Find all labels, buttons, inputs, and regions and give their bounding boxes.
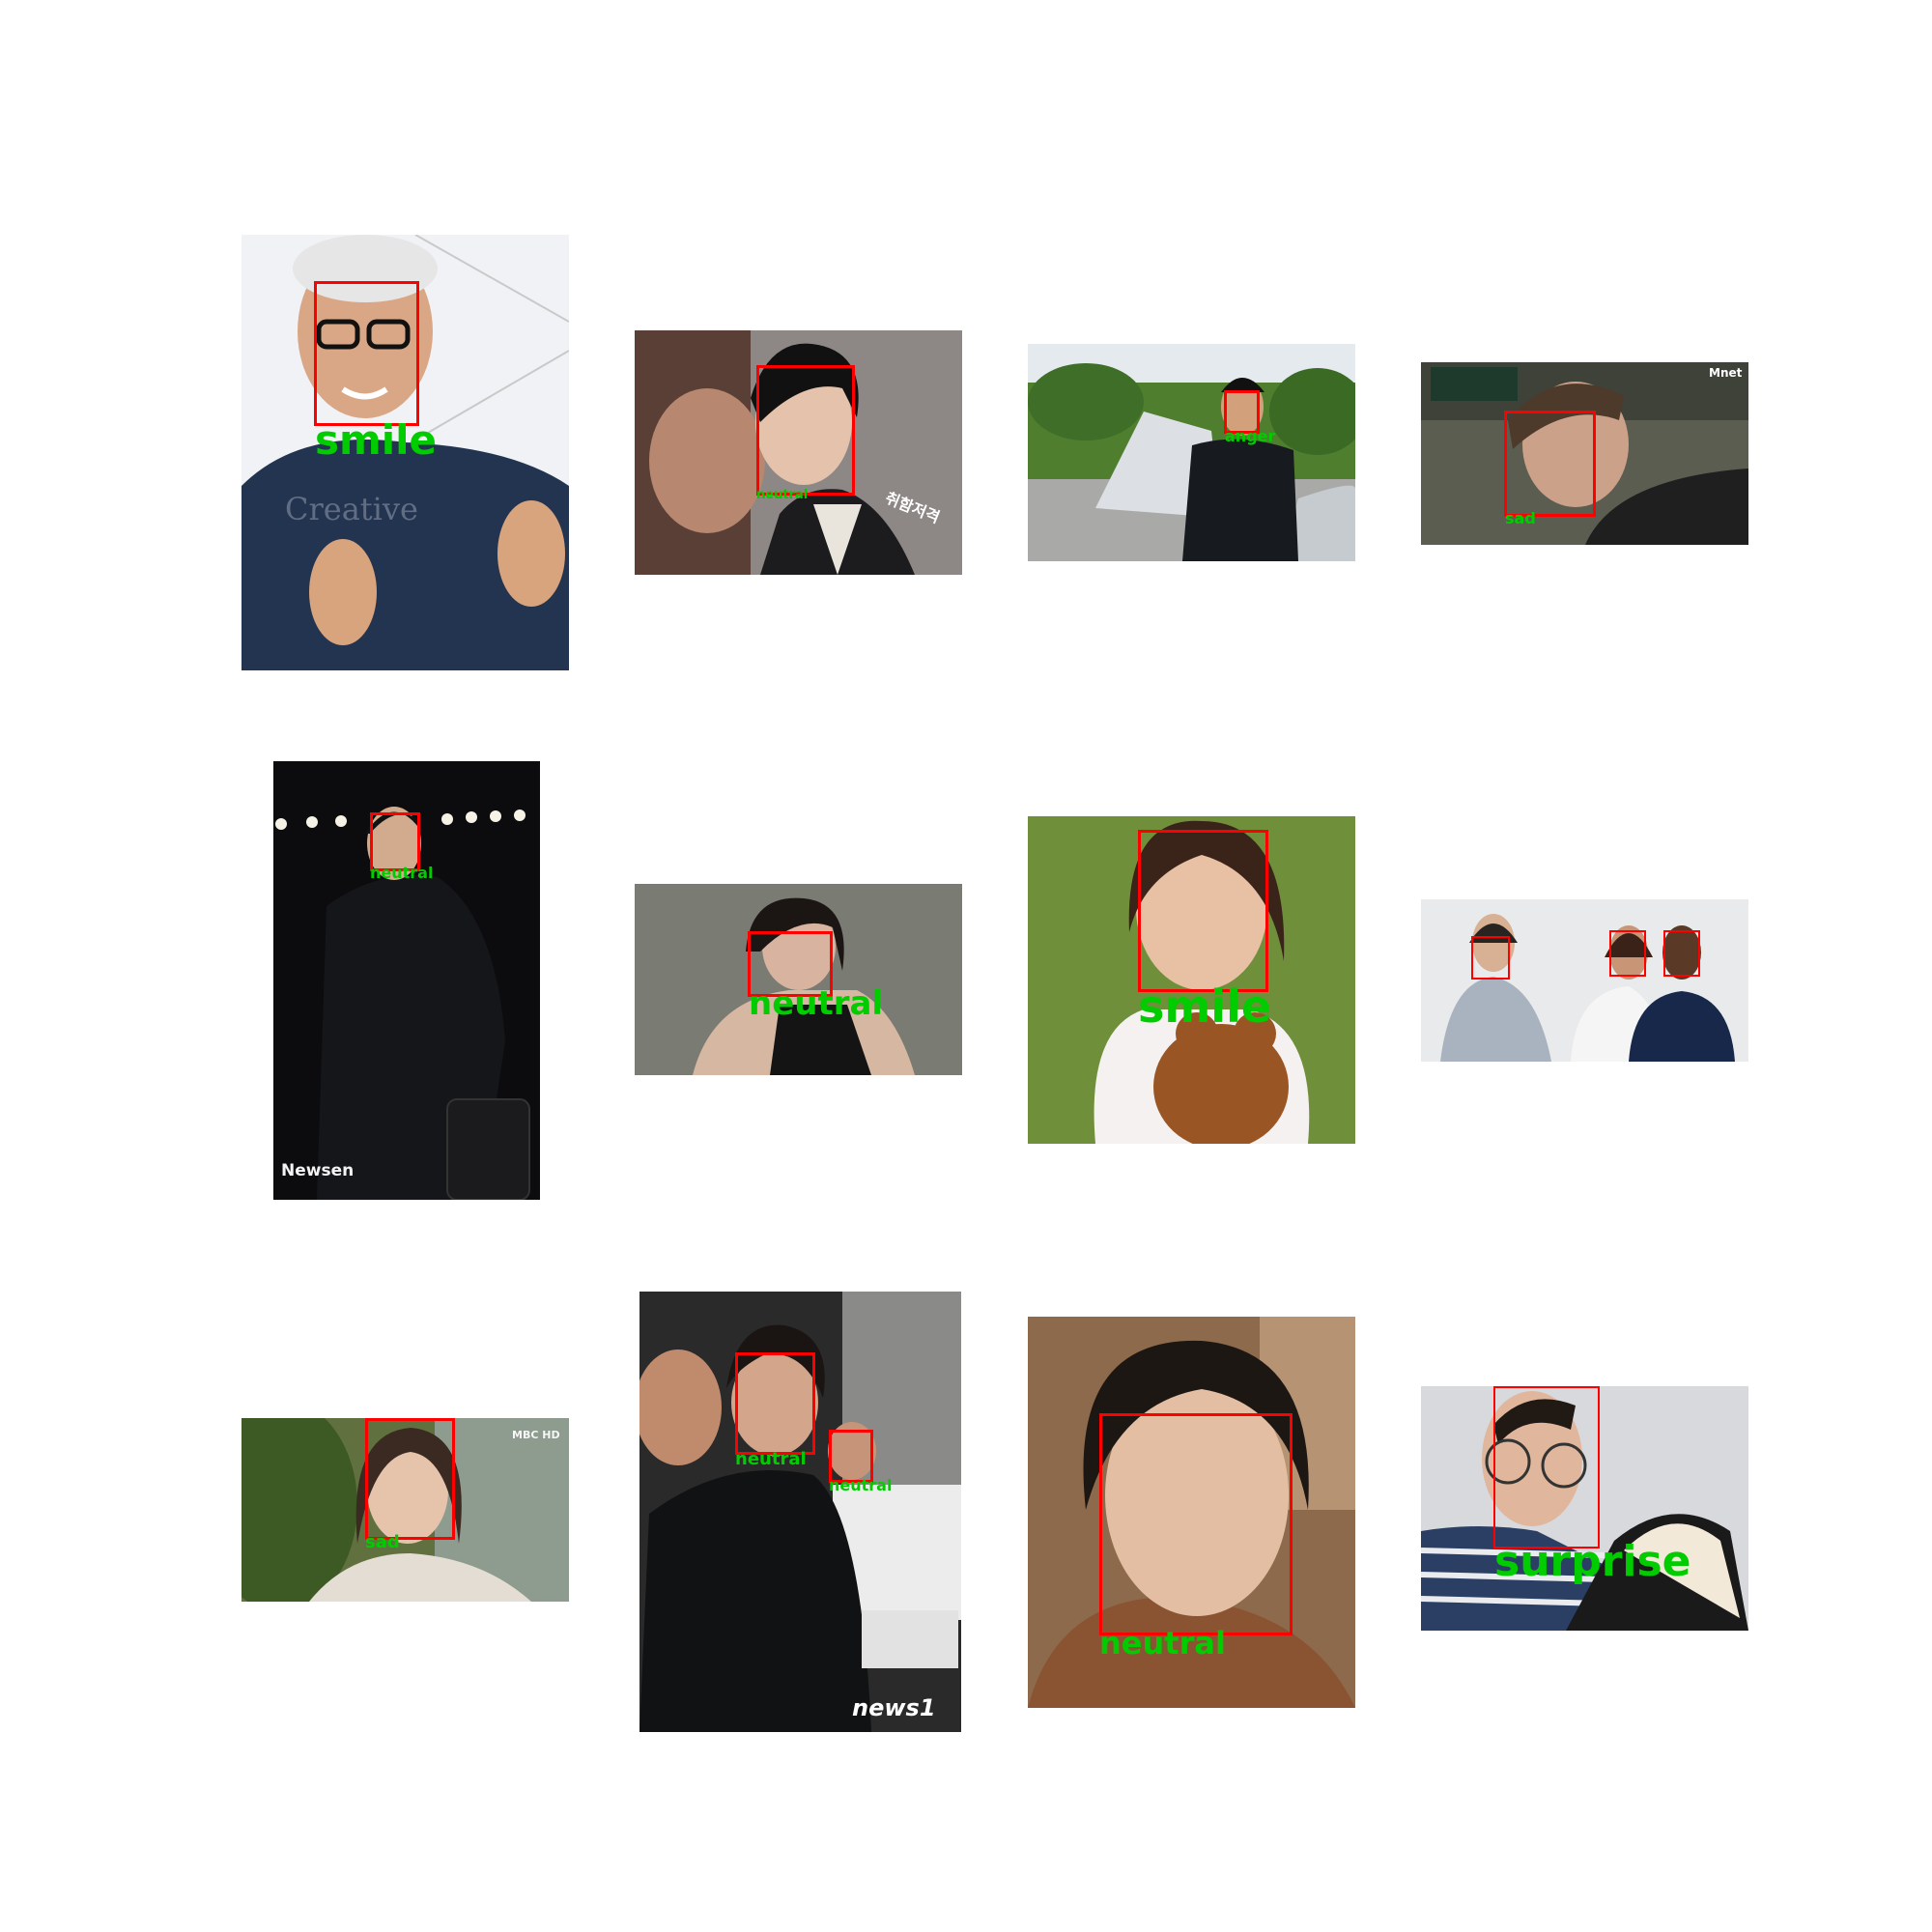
emotion-label: neutral [735,1449,807,1469]
emotion-label: neutral [749,984,884,1023]
watermark-logo: Newsen [281,1161,355,1180]
face-bounding-box [1493,1386,1600,1548]
photo-panel-8 [1421,899,1748,1062]
face-bounding-box [1471,936,1510,980]
face-bounding-box [1138,830,1268,992]
emotion-label: neutral [370,864,434,882]
watermark-text: MBC HD [512,1429,560,1441]
face-bounding-box [314,281,419,426]
face-bounding-box [370,812,420,871]
photo-panel-1: Creative smile [242,235,569,670]
face-bounding-box [1504,411,1596,517]
face-bounding-box [756,365,855,496]
face-bounding-box [735,1352,815,1455]
svg-text:Creative: Creative [285,491,418,527]
emotion-label: smile [315,416,438,464]
photo-panel-7: smile [1028,816,1355,1144]
emotion-label: neutral [756,488,809,502]
face-bounding-box [829,1430,873,1483]
photo-panel-2: neutral 취함저격 [635,330,962,575]
photo-panel-4: sad Mnet [1421,362,1748,545]
emotion-label: anger [1225,427,1276,445]
emotion-label: sad [1505,509,1536,527]
watermark-logo: news1 [852,1694,936,1721]
emotion-label: surprise [1494,1537,1691,1586]
photo-panel-9: sad MBC HD [242,1418,569,1602]
photo-panel-5: neutral Newsen [273,761,540,1200]
emotion-label: sad [365,1532,400,1552]
photo-panel-10: neutral neutral news1 [639,1292,961,1732]
watermark-text: Mnet [1709,366,1743,380]
photo-three-people-with-glasses [1421,899,1748,1062]
face-bounding-box [365,1418,455,1540]
emotion-label: neutral [829,1476,893,1494]
face-bounding-box [1663,930,1700,977]
photo-panel-11: neutral [1028,1317,1355,1708]
face-bounding-box [1099,1413,1293,1635]
emotion-label: smile [1138,980,1272,1033]
photo-man-with-broken-car [1028,344,1355,561]
face-bounding-box [1609,930,1646,977]
photo-panel-12: surprise [1421,1386,1748,1631]
photo-panel-3: anger [1028,344,1355,561]
photo-panel-6: neutral [635,884,962,1075]
emotion-label: neutral [1099,1625,1226,1662]
